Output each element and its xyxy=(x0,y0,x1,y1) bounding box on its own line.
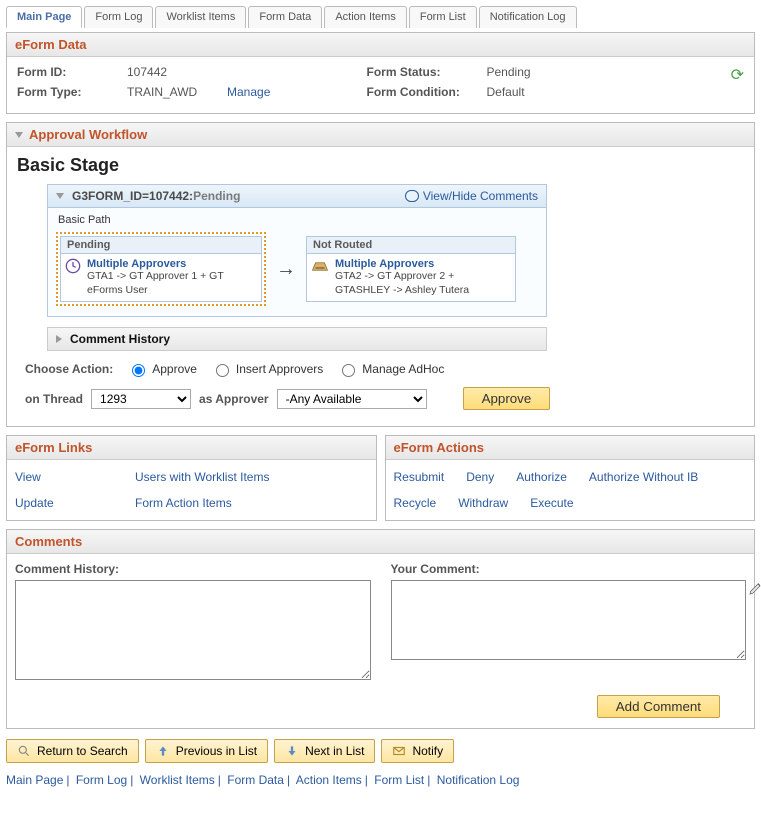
stage-title: Basic Stage xyxy=(17,155,744,176)
on-thread-label: on Thread xyxy=(25,392,83,406)
tab-notification-log[interactable]: Notification Log xyxy=(479,6,577,28)
search-icon xyxy=(17,744,31,758)
mail-icon xyxy=(392,744,406,758)
next-in-list-button[interactable]: Next in List xyxy=(274,739,375,763)
tab-main-page[interactable]: Main Page xyxy=(6,6,82,28)
comments-panel: Comments Comment History: Your Comment: … xyxy=(6,529,755,729)
view-hide-comments-link[interactable]: View/Hide Comments xyxy=(405,189,538,203)
approval-workflow-panel: Approval Workflow Basic Stage G3FORM_ID=… xyxy=(6,122,755,427)
as-approver-label: as Approver xyxy=(199,392,269,406)
workflow-step-pending: Pending Multiple Approvers GTA1 -> GT Ap… xyxy=(56,232,266,306)
approver-select[interactable]: -Any Available xyxy=(277,389,427,409)
comment-history-textarea[interactable] xyxy=(15,580,371,680)
panel-title: eForm Actions xyxy=(394,440,485,455)
top-tabs: Main Page Form Log Worklist Items Form D… xyxy=(6,6,755,28)
inbox-icon xyxy=(311,258,329,272)
tab-form-list[interactable]: Form List xyxy=(409,6,477,28)
eform-actions-panel: eForm Actions Resubmit Deny Authorize Au… xyxy=(385,435,756,521)
action-execute[interactable]: Execute xyxy=(530,496,573,510)
step-detail: GTA2 -> GT Approver 2 + GTASHLEY -> Ashl… xyxy=(335,270,511,297)
workflow-step-not-routed: Not Routed Multiple Approvers GTA2 -> GT… xyxy=(306,236,516,302)
arrow-down-icon xyxy=(285,744,299,758)
tab-form-data[interactable]: Form Data xyxy=(248,6,322,28)
arrow-up-icon xyxy=(156,744,170,758)
action-recycle[interactable]: Recycle xyxy=(394,496,437,510)
notify-button[interactable]: Notify xyxy=(381,739,454,763)
form-id-value: 107442 xyxy=(127,65,367,79)
thread-select[interactable]: 1293 xyxy=(91,389,191,409)
step-detail: GTA1 -> GT Approver 1 + GT eForms User xyxy=(87,270,257,297)
form-status-value: Pending xyxy=(487,65,717,79)
your-comment-label: Your Comment: xyxy=(391,562,747,576)
comment-history-label: Comment History xyxy=(70,332,170,346)
chevron-down-icon xyxy=(15,132,23,138)
approval-workflow-header[interactable]: Approval Workflow xyxy=(7,123,754,147)
comments-header: Comments xyxy=(7,530,754,554)
approve-button[interactable]: Approve xyxy=(463,387,551,410)
action-deny[interactable]: Deny xyxy=(466,470,494,484)
step-approvers-link[interactable]: Multiple Approvers xyxy=(335,258,511,270)
chevron-down-icon[interactable] xyxy=(56,193,64,199)
eform-data-panel: eForm Data Form ID: 107442 Form Type: TR… xyxy=(6,32,755,114)
action-resubmit[interactable]: Resubmit xyxy=(394,470,445,484)
footer-link[interactable]: Form Log xyxy=(76,773,127,787)
action-withdraw[interactable]: Withdraw xyxy=(458,496,508,510)
eform-links-panel: eForm Links View Users with Worklist Ite… xyxy=(6,435,377,521)
previous-in-list-button[interactable]: Previous in List xyxy=(145,739,268,763)
panel-title: Comments xyxy=(15,534,82,549)
form-condition-value: Default xyxy=(487,85,717,99)
form-type-value: TRAIN_AWD xyxy=(127,85,227,99)
panel-title: eForm Links xyxy=(15,440,92,455)
footer-link[interactable]: Form List xyxy=(374,773,424,787)
bottom-buttons: Return to Search Previous in List Next i… xyxy=(6,739,755,763)
footer-links: Main Page| Form Log| Worklist Items| For… xyxy=(6,773,755,787)
speech-bubble-icon xyxy=(405,190,419,202)
clock-icon xyxy=(65,258,81,274)
tab-form-log[interactable]: Form Log xyxy=(84,6,153,28)
refresh-icon[interactable]: ⟳ xyxy=(731,67,744,84)
form-id-label: Form ID: xyxy=(17,65,127,79)
eform-actions-header: eForm Actions xyxy=(386,436,755,460)
choose-action-label: Choose Action: xyxy=(25,362,113,376)
eform-links-header: eForm Links xyxy=(7,436,376,460)
footer-link[interactable]: Notification Log xyxy=(437,773,520,787)
edit-icon[interactable] xyxy=(748,580,761,596)
action-authorize[interactable]: Authorize xyxy=(516,470,567,484)
path-label: Basic Path xyxy=(58,214,546,226)
comment-history-label: Comment History: xyxy=(15,562,371,576)
panel-title: eForm Data xyxy=(15,37,87,52)
add-comment-button[interactable]: Add Comment xyxy=(597,695,720,718)
chevron-right-icon xyxy=(56,335,62,343)
your-comment-textarea[interactable] xyxy=(391,580,747,660)
workflow-id: G3FORM_ID=107442:Pending xyxy=(72,189,240,203)
link-update[interactable]: Update xyxy=(15,496,135,510)
action-authorize-noib[interactable]: Authorize Without IB xyxy=(589,470,698,484)
radio-approve[interactable]: Approve xyxy=(127,361,197,377)
link-form-action-items[interactable]: Form Action Items xyxy=(135,496,368,510)
radio-manage-adhoc[interactable]: Manage AdHoc xyxy=(337,361,444,377)
link-view[interactable]: View xyxy=(15,470,135,484)
footer-link[interactable]: Worklist Items xyxy=(140,773,215,787)
tab-action-items[interactable]: Action Items xyxy=(324,6,407,28)
form-status-label: Form Status: xyxy=(367,65,487,79)
comment-history-bar[interactable]: Comment History xyxy=(47,327,547,351)
link-users-worklist[interactable]: Users with Worklist Items xyxy=(135,470,368,484)
footer-link[interactable]: Main Page xyxy=(6,773,63,787)
step-approvers-link[interactable]: Multiple Approvers xyxy=(87,258,257,270)
return-to-search-button[interactable]: Return to Search xyxy=(6,739,139,763)
radio-insert-approvers[interactable]: Insert Approvers xyxy=(211,361,323,377)
workflow-status: Pending xyxy=(193,189,240,203)
tab-worklist-items[interactable]: Worklist Items xyxy=(155,6,246,28)
footer-link[interactable]: Action Items xyxy=(296,773,362,787)
workflow-box: G3FORM_ID=107442:Pending View/Hide Comme… xyxy=(47,184,547,317)
form-type-label: Form Type: xyxy=(17,85,127,99)
manage-link[interactable]: Manage xyxy=(227,85,270,99)
form-condition-label: Form Condition: xyxy=(367,85,487,99)
arrow-right-icon: → xyxy=(276,258,296,281)
eform-data-header: eForm Data xyxy=(7,33,754,57)
footer-link[interactable]: Form Data xyxy=(227,773,284,787)
panel-title: Approval Workflow xyxy=(29,127,147,142)
step-head: Not Routed xyxy=(307,237,515,254)
step-head: Pending xyxy=(61,237,261,254)
